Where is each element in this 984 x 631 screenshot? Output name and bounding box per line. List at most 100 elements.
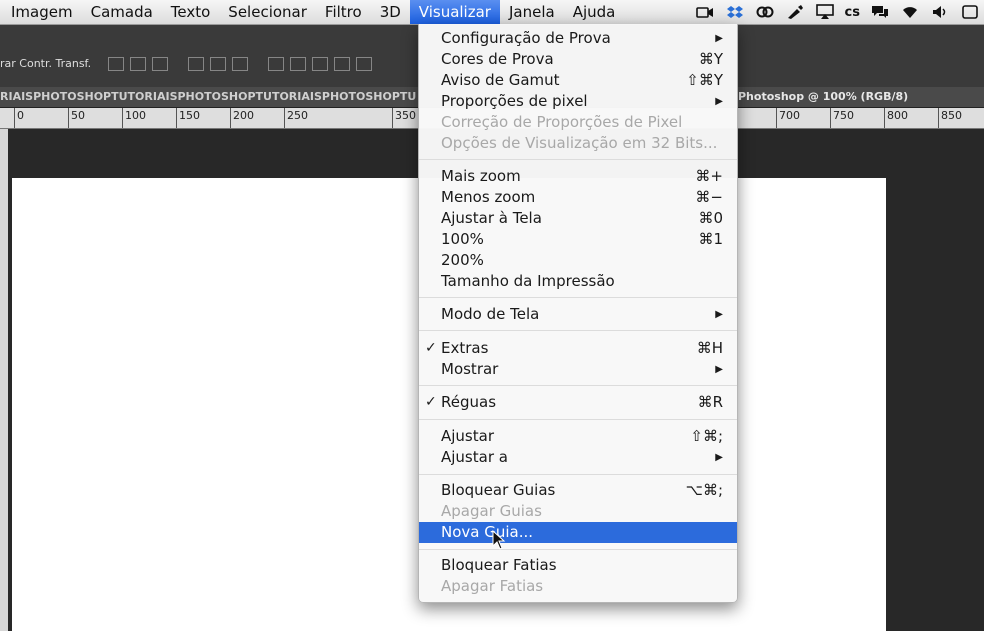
- menu-item-configuracao-de-prova[interactable]: Configuração de Prova ▶: [419, 28, 737, 49]
- menu-item-mais-zoom[interactable]: Mais zoom ⌘+: [419, 166, 737, 187]
- wifi-icon[interactable]: [900, 3, 920, 21]
- distribute-hcenter-icon[interactable]: [356, 57, 372, 71]
- menu-item-cores-de-prova[interactable]: Cores de Prova ⌘Y: [419, 49, 737, 70]
- mouse-cursor-icon: [492, 530, 506, 550]
- distribute-left-icon[interactable]: [334, 57, 350, 71]
- menu-item-extras[interactable]: ✓ Extras ⌘H: [419, 338, 737, 359]
- menu-janela[interactable]: Janela: [500, 0, 564, 24]
- menu-filtro[interactable]: Filtro: [316, 0, 371, 24]
- separator: [254, 57, 262, 71]
- align-bottom-icon[interactable]: [152, 57, 168, 71]
- ruler-tick: [284, 108, 285, 128]
- menu-item-100-percent[interactable]: 100% ⌘1: [419, 229, 737, 250]
- submenu-arrow-icon: ▶: [715, 452, 723, 463]
- menu-selecionar[interactable]: Selecionar: [219, 0, 316, 24]
- visualizar-menu: Configuração de Prova ▶ Cores de Prova ⌘…: [418, 24, 738, 603]
- dropbox-icon[interactable]: [725, 3, 745, 21]
- menu-item-nova-guia[interactable]: Nova Guia...: [419, 522, 737, 543]
- menu-item-modo-de-tela[interactable]: Modo de Tela ▶: [419, 304, 737, 325]
- airplay-icon[interactable]: [815, 3, 835, 21]
- align-top-icon[interactable]: [108, 57, 124, 71]
- submenu-arrow-icon: ▶: [715, 309, 723, 320]
- menu-item-ajustar[interactable]: Ajustar ⇧⌘;: [419, 426, 737, 447]
- menu-item-bloquear-guias[interactable]: Bloquear Guias ⌥⌘;: [419, 480, 737, 501]
- separator: [174, 57, 182, 71]
- battery-icon[interactable]: [960, 3, 980, 21]
- menu-item-ajustar-a-tela[interactable]: Ajustar à Tela ⌘0: [419, 208, 737, 229]
- ruler-tick: [176, 108, 177, 128]
- ruler-label: 750: [833, 109, 854, 122]
- pen-icon[interactable]: [785, 3, 805, 21]
- ruler-tick: [230, 108, 231, 128]
- menu-item-mostrar[interactable]: Mostrar ▶: [419, 359, 737, 380]
- distribute-top-icon[interactable]: [268, 57, 284, 71]
- align-right-icon[interactable]: [232, 57, 248, 71]
- align-hcenter-icon[interactable]: [210, 57, 226, 71]
- checkmark-icon: ✓: [425, 394, 437, 410]
- shortcut: ⌘1: [698, 230, 723, 248]
- shortcut: ⇧⌘Y: [686, 71, 723, 89]
- creative-cloud-icon[interactable]: [755, 3, 775, 21]
- menu-item-200-percent[interactable]: 200%: [419, 250, 737, 271]
- shortcut: ⌥⌘;: [685, 481, 723, 499]
- ruler-label: 800: [887, 109, 908, 122]
- ruler-tick: [938, 108, 939, 128]
- menu-ajuda[interactable]: Ajuda: [564, 0, 625, 24]
- vertical-ruler[interactable]: [0, 129, 8, 631]
- ruler-tick: [884, 108, 885, 128]
- submenu-arrow-icon: ▶: [715, 364, 723, 375]
- align-tools: [108, 57, 372, 71]
- shortcut: ⌘−: [695, 188, 723, 206]
- document-tab-title[interactable]: Photoshop @ 100% (RGB/8): [738, 90, 908, 103]
- ruler-label: 850: [941, 109, 962, 122]
- distribute-bottom-icon[interactable]: [312, 57, 328, 71]
- menu-item-proporcoes-de-pixel[interactable]: Proporções de pixel ▶: [419, 91, 737, 112]
- menu-texto[interactable]: Texto: [162, 0, 220, 24]
- ruler-label: 100: [125, 109, 146, 122]
- ruler-tick: [122, 108, 123, 128]
- menu-divider: [419, 330, 737, 331]
- ruler-tick: [776, 108, 777, 128]
- menu-camada[interactable]: Camada: [82, 0, 162, 24]
- menu-divider: [419, 297, 737, 298]
- align-vcenter-icon[interactable]: [130, 57, 146, 71]
- menu-divider: [419, 419, 737, 420]
- ruler-tick: [392, 108, 393, 128]
- distribute-vcenter-icon[interactable]: [290, 57, 306, 71]
- document-tab-watermark[interactable]: RIAISPHOTOSHOPTUTORIAISPHOTOSHOPTUTORIAI…: [0, 90, 416, 103]
- volume-icon[interactable]: [930, 3, 950, 21]
- chat-icon[interactable]: [870, 3, 890, 21]
- menu-item-menos-zoom[interactable]: Menos zoom ⌘−: [419, 187, 737, 208]
- shortcut: ⌘0: [698, 209, 723, 227]
- ruler-tick: [68, 108, 69, 128]
- shortcut: ⌘R: [697, 393, 723, 411]
- cs-status[interactable]: cs: [845, 3, 860, 21]
- menu-item-ajustar-a[interactable]: Ajustar a ▶: [419, 447, 737, 468]
- menu-item-opcoes-32-bits: Opções de Visualização em 32 Bits...: [441, 134, 718, 152]
- checkmark-icon: ✓: [425, 340, 437, 356]
- menu-3d[interactable]: 3D: [371, 0, 410, 24]
- ruler-label: 0: [17, 109, 24, 122]
- align-left-icon[interactable]: [188, 57, 204, 71]
- menu-visualizar[interactable]: Visualizar: [409, 0, 500, 24]
- shortcut: ⌘+: [695, 167, 723, 185]
- menu-item-correcao-proporcoes: Correção de Proporções de Pixel: [441, 113, 683, 131]
- menu-item-bloquear-fatias[interactable]: Bloquear Fatias: [419, 555, 737, 576]
- menu-item-aviso-de-gamut[interactable]: Aviso de Gamut ⇧⌘Y: [419, 70, 737, 91]
- menu-divider: [419, 474, 737, 475]
- menu-item-reguas[interactable]: ✓ Réguas ⌘R: [419, 392, 737, 413]
- menu-item-tamanho-impressao[interactable]: Tamanho da Impressão: [419, 271, 737, 292]
- menu-item-apagar-fatias: Apagar Fatias: [441, 577, 544, 595]
- menu-item-apagar-guias: Apagar Guias: [441, 502, 542, 520]
- submenu-arrow-icon: ▶: [715, 33, 723, 44]
- menu-imagem[interactable]: Imagem: [0, 0, 82, 24]
- show-transform-controls-label[interactable]: rar Contr. Transf.: [0, 57, 91, 70]
- menu-bar: Imagem Camada Texto Selecionar Filtro 3D…: [0, 0, 984, 25]
- shortcut: ⌘H: [696, 339, 723, 357]
- ruler-tick: [14, 108, 15, 128]
- menu-divider: [419, 549, 737, 550]
- ruler-label: 50: [71, 109, 85, 122]
- submenu-arrow-icon: ▶: [715, 96, 723, 107]
- camera-icon[interactable]: [695, 3, 715, 21]
- ruler-label: 150: [179, 109, 200, 122]
